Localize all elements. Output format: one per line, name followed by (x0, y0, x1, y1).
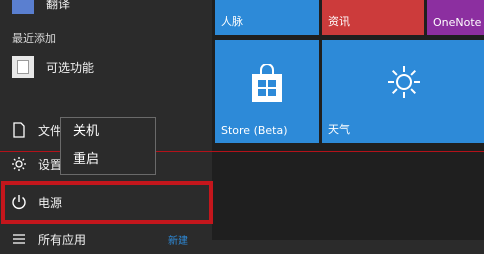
tile-label: Store (Beta) (221, 124, 288, 137)
list-item[interactable]: 可选功能 (0, 50, 212, 84)
recent-section-title: 最近添加 (12, 32, 56, 45)
all-apps-label: 所有应用 (38, 232, 87, 247)
app-icon (12, 0, 34, 14)
gear-icon (10, 155, 28, 173)
highlight-box (1, 181, 213, 224)
sun-icon (386, 64, 422, 100)
menu-item-shutdown[interactable]: 关机 (61, 118, 155, 146)
power-context-menu: 关机 重启 (60, 117, 156, 175)
file-label: 文件 (38, 123, 63, 138)
tile-label: 资讯 (328, 15, 350, 28)
app-label: 翻译 (46, 0, 71, 11)
tile-store[interactable]: Store (Beta) (215, 40, 319, 143)
list-item[interactable]: 翻译 (0, 0, 212, 20)
optional-features-icon (12, 56, 34, 78)
tile-label: OneNote (433, 16, 482, 29)
menu-item-restart[interactable]: 重启 (61, 146, 155, 174)
all-apps-icon (10, 230, 28, 248)
app-label: 可选功能 (46, 60, 95, 75)
file-icon (10, 121, 28, 139)
tile-onenote[interactable]: OneNote (427, 0, 484, 35)
tile-weather[interactable]: 天气 (322, 40, 484, 143)
store-icon (250, 63, 284, 104)
tile-label: 人脉 (221, 15, 243, 28)
settings-label: 设置 (38, 157, 63, 172)
tile-news[interactable]: 资讯 (322, 0, 424, 35)
tile-label: 天气 (328, 123, 350, 136)
tile-people[interactable]: 人脉 (215, 0, 319, 35)
